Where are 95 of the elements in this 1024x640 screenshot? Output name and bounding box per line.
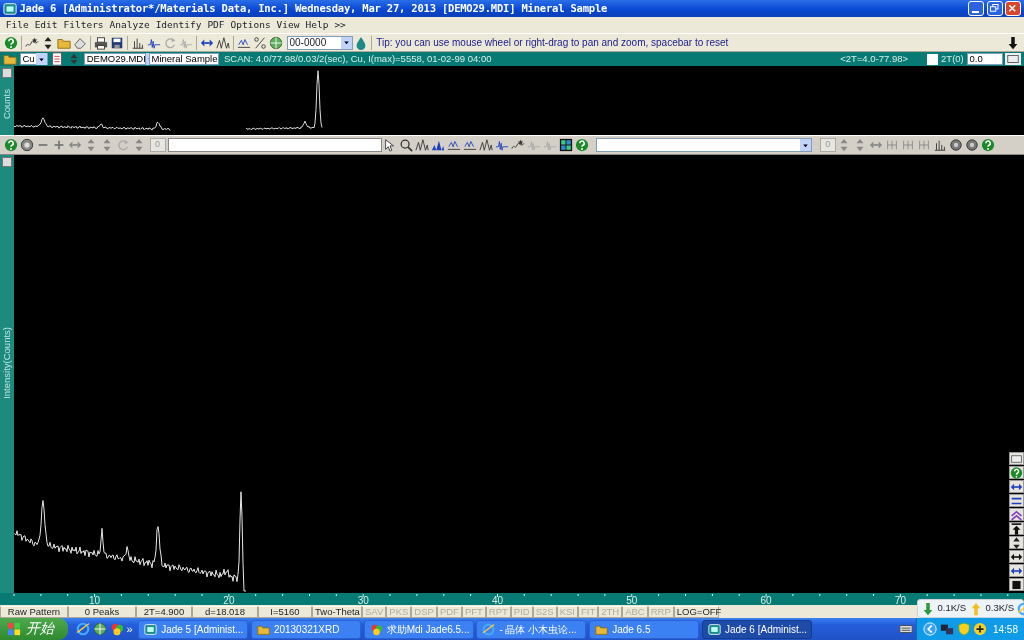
grid-icon[interactable] [558, 137, 575, 153]
menu-item[interactable]: PDF [204, 19, 228, 31]
minimize-icon [972, 10, 980, 13]
more-chevron[interactable]: » [126, 622, 133, 636]
app-icon [707, 622, 721, 636]
menu-item[interactable]: Edit [31, 19, 61, 31]
status-field: 2T=4.900 [136, 605, 192, 618]
menu-item[interactable]: >> [331, 19, 349, 31]
status-field: DSP [411, 605, 437, 618]
chevron-up-icon[interactable] [1008, 508, 1024, 521]
restore-icon [988, 2, 1001, 15]
status-field: LOG=OFF [673, 605, 719, 618]
start-button[interactable]: 开始 [0, 618, 68, 640]
status-field: 2TH [598, 605, 623, 618]
menu-item[interactable]: View [273, 19, 303, 31]
zero-checkbox[interactable] [927, 53, 939, 65]
upload-speed: 0.3K/S [985, 603, 1015, 614]
file-combo[interactable]: DEMO29.MDI [83, 53, 146, 65]
taskbar-button[interactable]: 20130321XRD [250, 619, 361, 639]
taskbar-button[interactable]: 求助Mdi Jade6.5... [363, 619, 474, 639]
up-down-arrows-icon[interactable] [1008, 536, 1024, 549]
windows-flag-icon [7, 622, 21, 636]
scan-info: SCAN: 4.0/77.98/0.03/2(sec), Cu, I(max)=5558, 01-02-99 04:00 [224, 53, 493, 65]
download-speed: 0.1K/S [937, 603, 967, 614]
status-field: Raw Pattern [0, 605, 68, 618]
status-field: 0 Peaks [68, 605, 136, 618]
taskbar-button[interactable]: Jade 6.5 [589, 619, 700, 639]
axis-title: Intensity(Counts) [1, 327, 13, 399]
minimize-button[interactable] [967, 1, 984, 16]
zero-label: 2T(0) [941, 53, 964, 65]
caret-icon [341, 38, 351, 47]
status-field: I=5160 [258, 605, 312, 618]
status-field: FIT [577, 605, 599, 618]
window-title: Jade 6 [Administrator*/Materials Data, Inc.] Wednesday, Mar 27, 2013 [DEMO29.MDI] Mineral Sample [19, 2, 609, 15]
axis-title: Counts [1, 89, 13, 120]
menu-item[interactable]: Options [227, 19, 274, 31]
peaks-icon[interactable] [478, 137, 495, 153]
app-icon [2, 1, 17, 16]
globe-icon[interactable] [93, 622, 107, 636]
clock: 14:58 [992, 623, 1018, 635]
zero-offset-field[interactable]: 0.0 [966, 53, 1003, 65]
document-icon[interactable] [50, 52, 65, 66]
close-button[interactable] [1005, 1, 1022, 16]
colorful-icon[interactable] [109, 622, 124, 636]
status-field: d=18.018 [192, 605, 258, 618]
search-icon[interactable] [398, 137, 415, 153]
radiation-combo[interactable]: Cu [19, 53, 48, 65]
restore-button[interactable] [986, 1, 1003, 16]
left-right-arrows-icon[interactable] [1008, 550, 1024, 563]
left-right-arrows-icon[interactable] [1008, 480, 1024, 493]
range-text: <2T=4.0-77.98> [840, 53, 909, 65]
top-arrow-icon[interactable] [1008, 522, 1024, 535]
pattern-combo[interactable] [595, 138, 812, 152]
menu-item[interactable]: Analyze [106, 19, 153, 31]
tip-text: Tip: you can use mouse wheel or right-drag to pan and zoom, spacebar to reset [376, 37, 730, 48]
axis-label: 10 [89, 595, 101, 607]
left-right-arrows-icon[interactable] [1008, 564, 1024, 577]
peaks-icon[interactable] [414, 137, 431, 153]
globe-icon[interactable] [267, 34, 284, 51]
axis-label: 20 [223, 595, 235, 607]
axis-label: 50 [626, 595, 638, 607]
axis-label: 60 [760, 595, 772, 607]
keyboard-icon[interactable] [899, 622, 914, 636]
dial-icon[interactable] [18, 137, 35, 153]
sample-field[interactable]: Mineral Sample [148, 53, 219, 65]
browser-icon [482, 622, 496, 636]
taskbar-button[interactable]: - 晶体 小木虫论... [476, 619, 587, 639]
menu-item[interactable]: Identify [152, 19, 205, 31]
menu-item[interactable]: Help [302, 19, 332, 31]
status-field: Two-Theta [312, 605, 362, 618]
square-icon[interactable] [1008, 578, 1024, 591]
status-field: PDF [436, 605, 462, 618]
network-icon[interactable] [939, 622, 954, 636]
taskbar-button[interactable]: Jade 5 [Administ... [138, 619, 249, 639]
axis-label: 70 [894, 595, 906, 607]
app-icon [144, 622, 158, 636]
help-icon[interactable] [1008, 466, 1024, 479]
plus-icon[interactable] [973, 622, 988, 636]
status-field: PFT [461, 605, 486, 618]
gear-icon[interactable] [963, 137, 980, 153]
gear-icon[interactable] [947, 137, 964, 153]
colorful-icon [369, 622, 383, 636]
search-field[interactable] [168, 138, 383, 152]
browser-icon[interactable] [76, 622, 91, 636]
lines-icon[interactable] [1008, 494, 1024, 507]
printer-icon[interactable] [92, 34, 109, 51]
axis-label: 30 [357, 595, 369, 607]
pdf-number-combo[interactable]: 00-0000 [286, 35, 353, 50]
taskbar-button[interactable]: Jade 6 [Administ... [701, 619, 812, 639]
menu-item[interactable]: Filters [60, 19, 107, 31]
percent-icon[interactable] [251, 34, 268, 51]
status-field: PKS [386, 605, 412, 618]
axis-label: 40 [491, 595, 504, 607]
panel-button[interactable] [1008, 452, 1024, 465]
menu-item[interactable]: File [2, 19, 32, 31]
